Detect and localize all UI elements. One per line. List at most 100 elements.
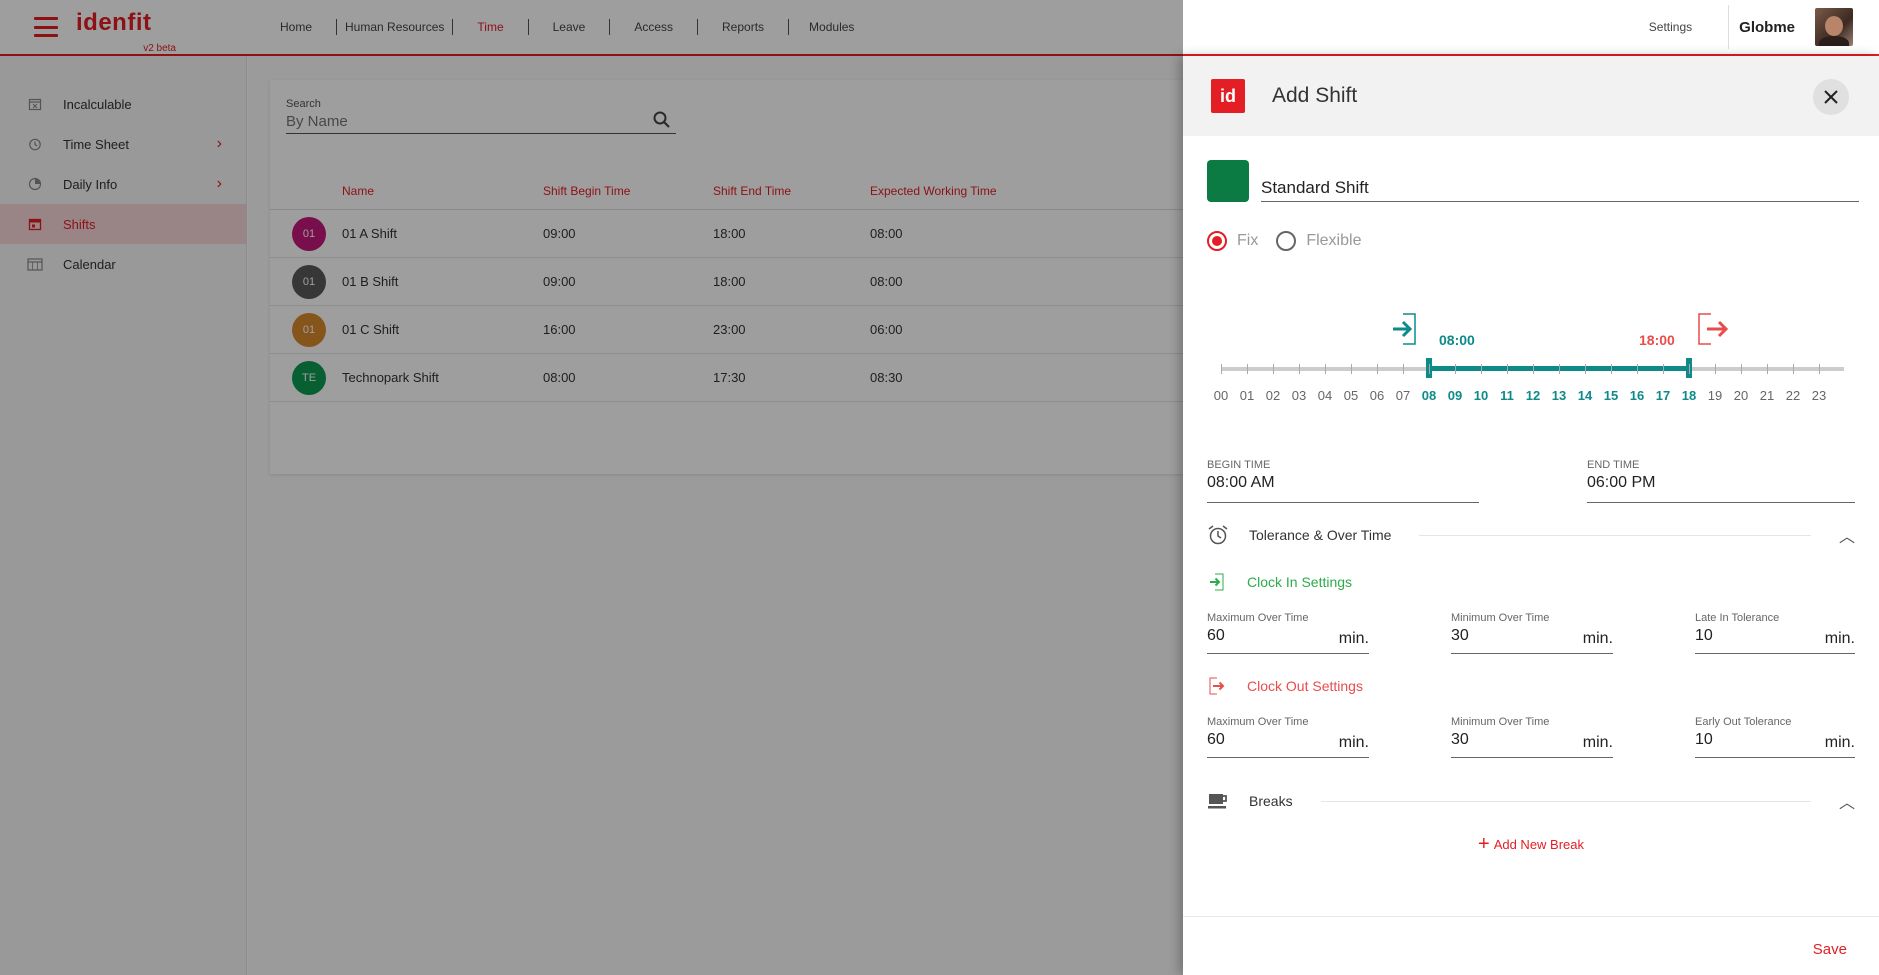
clock-out-min-overtime-field[interactable]: Minimum Over Time 30 min. — [1451, 716, 1613, 758]
clock-in-settings-title: Clock In Settings — [1247, 574, 1353, 590]
begin-time-field[interactable]: BEGIN TIME 08:00 AM — [1207, 459, 1479, 503]
slider-tick — [1351, 364, 1352, 374]
close-icon — [1824, 90, 1838, 104]
hour-label[interactable]: 01 — [1235, 388, 1259, 403]
hour-label[interactable]: 14 — [1573, 388, 1597, 403]
hour-label[interactable]: 16 — [1625, 388, 1649, 403]
settings-link[interactable]: Settings — [1649, 20, 1692, 34]
field-label: Maximum Over Time — [1207, 612, 1309, 624]
hour-label[interactable]: 00 — [1209, 388, 1233, 403]
begin-time-label: 08:00 — [1439, 332, 1475, 348]
hour-label[interactable]: 11 — [1495, 388, 1519, 403]
end-time-field-label: END TIME — [1587, 459, 1640, 471]
close-button[interactable] — [1813, 79, 1849, 115]
hour-label[interactable]: 09 — [1443, 388, 1467, 403]
slider-tick — [1741, 364, 1742, 374]
hour-label[interactable]: 06 — [1365, 388, 1389, 403]
chevron-up-icon[interactable]: ︿ — [1839, 523, 1855, 547]
hour-label[interactable]: 17 — [1651, 388, 1675, 403]
avatar[interactable] — [1815, 8, 1853, 46]
hour-slider[interactable]: 08:00 18:00 00 01 02 03 04 05 06 07 08 09 10 11 12 13… — [1183, 296, 1879, 416]
coffee-icon — [1208, 794, 1227, 809]
field-label: Minimum Over Time — [1451, 612, 1550, 624]
shift-type-group: Fix Flexible — [1207, 231, 1361, 251]
org-divider — [1728, 5, 1730, 49]
drawer-title: Add Shift — [1272, 84, 1358, 107]
shift-name-row: Standard Shift — [1207, 160, 1859, 202]
begin-time-field-label: BEGIN TIME — [1207, 459, 1271, 471]
clock-out-max-overtime-field[interactable]: Maximum Over Time 60 min. — [1207, 716, 1369, 758]
org-name[interactable]: Globme — [1739, 19, 1795, 36]
late-in-tolerance-field[interactable]: Late In Tolerance 10 min. — [1695, 612, 1855, 654]
hour-label[interactable]: 02 — [1261, 388, 1285, 403]
hour-label[interactable]: 22 — [1781, 388, 1805, 403]
hour-label[interactable]: 23 — [1807, 388, 1831, 403]
plus-icon: + — [1478, 833, 1490, 855]
slider-tick — [1455, 364, 1456, 374]
slider-tick — [1767, 364, 1768, 374]
clock-out-icon — [1698, 313, 1729, 345]
hour-label[interactable]: 21 — [1755, 388, 1779, 403]
hour-label[interactable]: 15 — [1599, 388, 1623, 403]
slider-tick — [1533, 364, 1534, 374]
shift-name-input[interactable]: Standard Shift — [1261, 168, 1859, 202]
slider-tick — [1611, 364, 1612, 374]
clock-in-min-overtime-field[interactable]: Minimum Over Time 30 min. — [1451, 612, 1613, 654]
slider-tick — [1247, 364, 1248, 374]
hour-label[interactable]: 19 — [1703, 388, 1727, 403]
slider-tick — [1793, 364, 1794, 374]
radio-fix-label[interactable]: Fix — [1237, 232, 1258, 250]
radio-flexible[interactable] — [1276, 231, 1297, 251]
hour-label[interactable]: 05 — [1339, 388, 1363, 403]
slider-tick — [1377, 364, 1378, 374]
slider-tick — [1819, 364, 1820, 374]
clock-in-icon — [1210, 573, 1224, 591]
tolerance-title: Tolerance & Over Time — [1249, 527, 1392, 543]
end-time-field[interactable]: END TIME 06:00 PM — [1587, 459, 1855, 503]
hour-label[interactable]: 20 — [1729, 388, 1753, 403]
clock-out-settings-title: Clock Out Settings — [1247, 678, 1363, 694]
slider-tick — [1689, 364, 1690, 374]
add-break-label: Add New Break — [1493, 836, 1585, 852]
radio-flexible-label[interactable]: Flexible — [1306, 232, 1361, 250]
field-label: Minimum Over Time — [1451, 716, 1550, 728]
hour-label[interactable]: 04 — [1313, 388, 1337, 403]
hour-label[interactable]: 08 — [1417, 388, 1441, 403]
drawer-footer: Save — [1183, 916, 1879, 975]
slider-tick — [1663, 364, 1664, 374]
section-divider — [1419, 534, 1811, 536]
clock-in-icon — [1393, 313, 1416, 345]
slider-tick — [1273, 364, 1274, 374]
breaks-section-header[interactable]: Breaks ︿ — [1207, 789, 1855, 813]
field-label: Maximum Over Time — [1207, 716, 1309, 728]
field-unit: min. — [1824, 630, 1855, 647]
add-break-button[interactable]: + Add New Break — [1478, 834, 1584, 854]
clock-in-settings-header: Clock In Settings — [1207, 572, 1352, 592]
hour-label[interactable]: 12 — [1521, 388, 1545, 403]
slider-tick — [1325, 364, 1326, 374]
hour-label[interactable]: 07 — [1391, 388, 1415, 403]
field-label: Late In Tolerance — [1695, 612, 1780, 624]
alarm-icon — [1208, 525, 1228, 545]
modal-backdrop[interactable] — [0, 0, 1183, 975]
early-out-tolerance-field[interactable]: Early Out Tolerance 10 min. — [1695, 716, 1855, 758]
hour-label[interactable]: 18 — [1677, 388, 1701, 403]
breaks-title: Breaks — [1249, 793, 1293, 809]
field-unit: min. — [1582, 630, 1613, 647]
slider-tick — [1507, 364, 1508, 374]
shift-color-picker[interactable] — [1207, 160, 1249, 202]
clock-in-max-overtime-field[interactable]: Maximum Over Time 60 min. — [1207, 612, 1369, 654]
clock-out-settings-header: Clock Out Settings — [1207, 676, 1363, 696]
tolerance-section-header[interactable]: Tolerance & Over Time ︿ — [1207, 523, 1855, 547]
end-time-value: 06:00 PM — [1587, 474, 1656, 491]
hour-label[interactable]: 10 — [1469, 388, 1493, 403]
slider-tick — [1715, 364, 1716, 374]
hour-label[interactable]: 13 — [1547, 388, 1571, 403]
chevron-up-icon[interactable]: ︿ — [1839, 789, 1855, 813]
radio-fix[interactable] — [1207, 231, 1227, 251]
add-shift-drawer: id Add Shift Standard Shift Fix Flexible… — [1183, 56, 1879, 975]
save-button[interactable]: Save — [1813, 941, 1847, 958]
field-unit: min. — [1824, 734, 1855, 751]
section-divider — [1320, 800, 1811, 802]
hour-label[interactable]: 03 — [1287, 388, 1311, 403]
